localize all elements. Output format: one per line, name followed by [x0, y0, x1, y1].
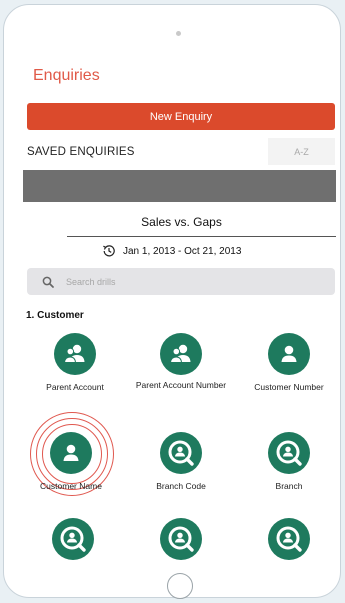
drill-icon-circle: [268, 432, 310, 474]
home-button[interactable]: [167, 573, 193, 599]
search-icon: [42, 276, 54, 288]
drill-icon-circle: [52, 518, 94, 560]
drill-tile-customer-name[interactable]: Customer Name: [21, 432, 121, 491]
drill-icon-circle: [268, 518, 310, 560]
drill-tile-branch-code[interactable]: Branch Code: [131, 432, 231, 491]
drill-icon-circle: [160, 333, 202, 375]
drill-icon-circle: [268, 333, 310, 375]
drill-label: Parent Account: [46, 382, 104, 392]
drill-label: Branch: [275, 481, 303, 491]
enquiry-title: Sales vs. Gaps: [141, 215, 222, 229]
drill-icon-circle: [54, 333, 96, 375]
users-icon: [63, 344, 85, 363]
drill-icon-circle: [160, 518, 202, 560]
user-search-icon: [168, 440, 194, 466]
saved-enquiry-item[interactable]: [23, 170, 336, 202]
search-bar[interactable]: [27, 268, 335, 295]
section-label: 1. Customer: [26, 310, 84, 321]
drill-tile[interactable]: [131, 518, 231, 561]
camera-icon: [176, 31, 181, 36]
drill-label: Customer Number: [254, 382, 324, 392]
drill-tile[interactable]: [239, 518, 338, 561]
user-search-icon: [276, 526, 302, 552]
user-icon: [281, 345, 297, 362]
drill-label: Branch Code: [156, 481, 206, 491]
sort-az-button[interactable]: A-Z: [268, 138, 335, 165]
drill-label: Parent Account Number: [135, 380, 227, 390]
user-search-icon: [276, 440, 302, 466]
title-divider: [67, 236, 336, 237]
drill-label: Customer Name: [40, 481, 102, 491]
date-range-text: Jan 1, 2013 - Oct 21, 2013: [123, 245, 242, 257]
date-range[interactable]: Jan 1, 2013 - Oct 21, 2013: [101, 243, 241, 259]
page-title: Enquiries: [33, 67, 100, 84]
search-input[interactable]: [64, 275, 288, 288]
drill-tile-parent-account[interactable]: Parent Account: [25, 333, 125, 392]
drill-icon-circle: [50, 432, 92, 474]
new-enquiry-button[interactable]: New Enquiry: [27, 103, 335, 130]
drill-tile-parent-account-number[interactable]: Parent Account Number: [131, 333, 231, 390]
users-icon: [169, 344, 191, 363]
user-search-icon: [60, 526, 86, 552]
saved-enquiries-label: SAVED ENQUIRIES: [27, 146, 135, 158]
history-icon: [103, 245, 115, 257]
drill-icon-circle: [160, 432, 202, 474]
drill-tile-customer-number[interactable]: Customer Number: [239, 333, 338, 392]
app-screen: Enquiries New Enquiry SAVED ENQUIRIES A-…: [21, 54, 338, 561]
drill-tile[interactable]: [23, 518, 123, 561]
user-icon: [63, 444, 79, 461]
tablet-frame: Enquiries New Enquiry SAVED ENQUIRIES A-…: [3, 4, 341, 599]
user-search-icon: [168, 526, 194, 552]
drill-tile-branch[interactable]: Branch: [239, 432, 338, 491]
